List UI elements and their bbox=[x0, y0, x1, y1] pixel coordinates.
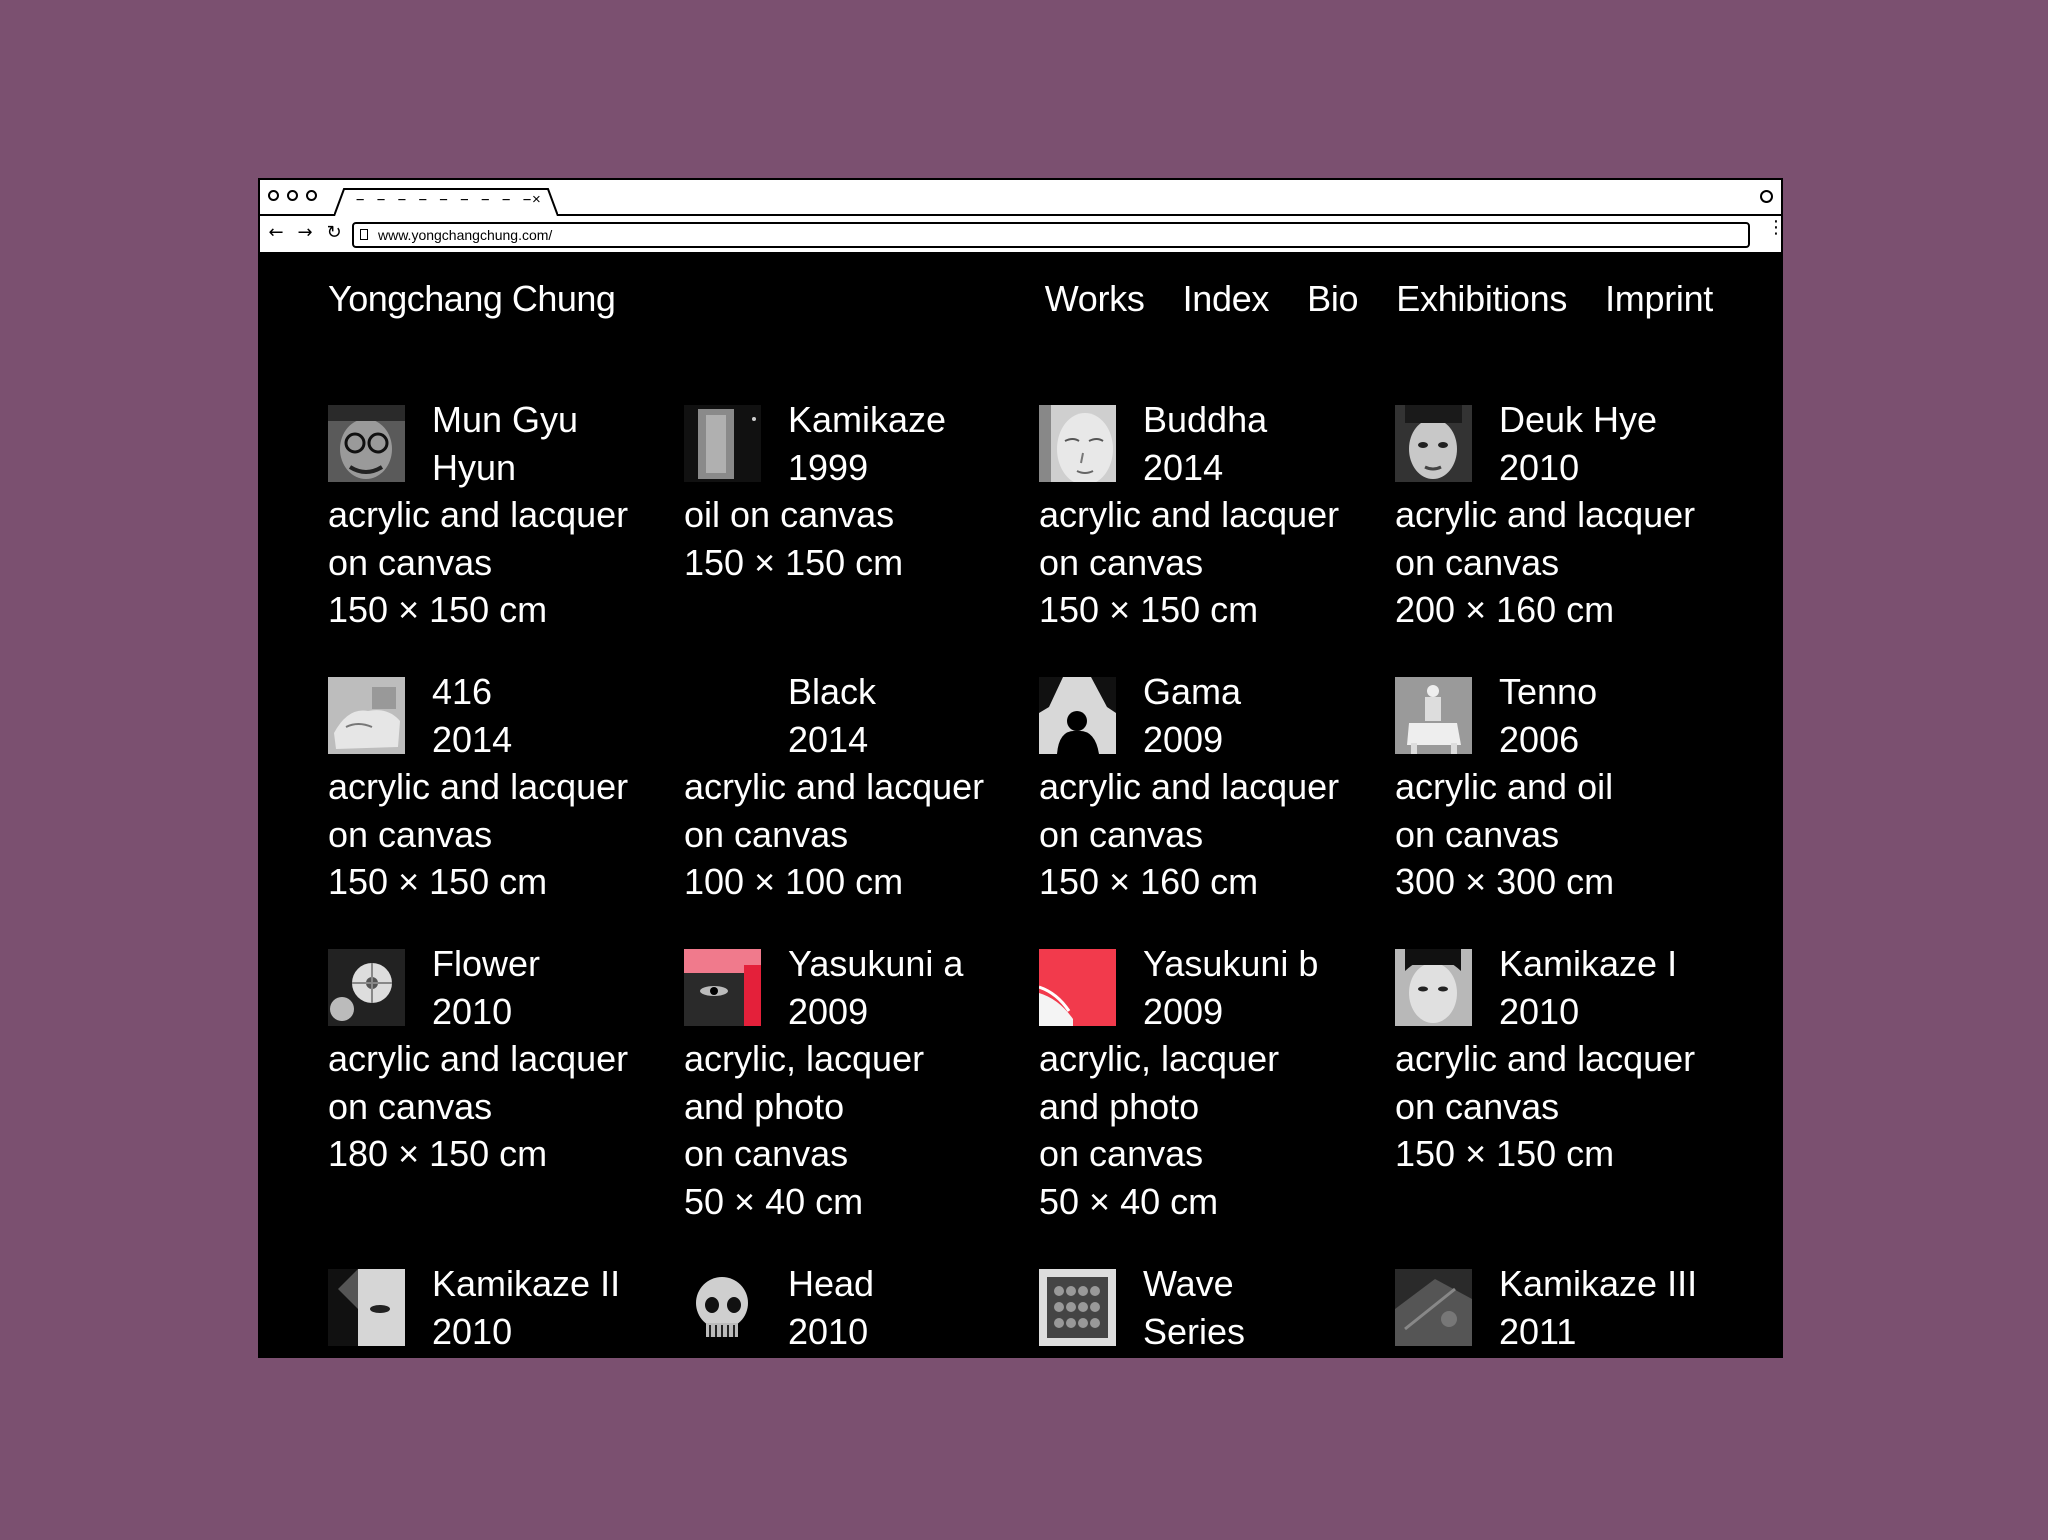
work-medium: acrylic, lacquer and photo on canvas bbox=[1039, 1038, 1280, 1174]
work-thumbnail[interactable] bbox=[684, 405, 761, 482]
menu-icon[interactable]: ⋮ bbox=[1767, 218, 1781, 246]
work-thumbnail[interactable] bbox=[328, 949, 405, 1026]
work-thumbnail[interactable] bbox=[684, 949, 761, 1026]
work-size: 50 × 40 cm bbox=[1039, 1180, 1219, 1222]
forward-icon[interactable]: → bbox=[293, 221, 317, 245]
work-size: 150 × 150 cm bbox=[1395, 1133, 1615, 1174]
work-medium: oil on canvas bbox=[684, 494, 895, 535]
work-thumbnail[interactable] bbox=[1039, 1269, 1116, 1346]
work-size: 150 × 150 cm bbox=[328, 861, 548, 902]
work-item[interactable]: Kamikaze 1999 oil on canvas 150 × 150 cm bbox=[684, 396, 1024, 586]
work-size: 200 × 160 cm bbox=[1395, 589, 1615, 630]
work-item[interactable]: Mun Gyu Hyun acrylic and lacquer on canvas… bbox=[328, 396, 668, 634]
work-item[interactable]: Yasukuni b 2009 acrylic, lacquer and photo… bbox=[1039, 940, 1379, 1225]
work-item[interactable]: Kamikaze II 2010 bbox=[328, 1260, 668, 1355]
work-item[interactable]: Flower 2010 acrylic and lacquer on canvas 1… bbox=[328, 940, 668, 1178]
nav-index[interactable]: Index bbox=[1183, 278, 1270, 320]
tab-bar: − − − − − − − − − × bbox=[260, 180, 1781, 216]
work-item[interactable]: 416 2014 acrylic and lacquer on canvas 150 … bbox=[328, 668, 668, 906]
work-medium: acrylic and lacquer on canvas bbox=[1039, 766, 1340, 855]
nav-works[interactable]: Works bbox=[1045, 278, 1145, 320]
window-maximize-dot[interactable] bbox=[306, 190, 317, 201]
work-thumbnail[interactable] bbox=[1395, 1269, 1472, 1346]
work-item[interactable]: Yasukuni a 2009 acrylic, lacquer and photo… bbox=[684, 940, 1024, 1225]
page-content: Yongchang Chung Works Index Bio Exhibiti… bbox=[260, 254, 1781, 1356]
profile-icon[interactable] bbox=[1760, 190, 1773, 203]
work-size: 150 × 150 cm bbox=[684, 541, 904, 583]
work-thumbnail[interactable] bbox=[1039, 949, 1116, 1026]
back-icon[interactable]: ← bbox=[264, 221, 288, 245]
work-size: 150 × 160 cm bbox=[1039, 861, 1259, 902]
work-item[interactable]: Gama 2009 acrylic and lacquer on canvas 150… bbox=[1039, 668, 1379, 906]
work-thumbnail[interactable] bbox=[684, 677, 761, 754]
work-medium: acrylic and lacquer on canvas bbox=[1395, 1038, 1696, 1127]
work-item[interactable]: Black 2014 acrylic and lacquer on canvas 10… bbox=[684, 668, 1024, 906]
nav-bio[interactable]: Bio bbox=[1307, 278, 1358, 320]
site-nav: Works Index Bio Exhibitions Imprint bbox=[1045, 278, 1714, 320]
window-minimize-dot[interactable] bbox=[287, 190, 298, 201]
tab-title: − − − − − − − − − bbox=[356, 192, 534, 208]
work-thumbnail[interactable] bbox=[1395, 677, 1472, 754]
work-item[interactable]: Tenno 2006 acrylic and oil on canvas 300 × … bbox=[1395, 668, 1735, 906]
work-item[interactable]: Kamikaze III 2011 bbox=[1395, 1260, 1735, 1355]
works-grid: Mun Gyu Hyun acrylic and lacquer on canvas… bbox=[328, 396, 1738, 1356]
work-size: 150 × 150 cm bbox=[328, 589, 548, 630]
work-thumbnail[interactable] bbox=[328, 677, 405, 754]
window-close-dot[interactable] bbox=[268, 190, 279, 201]
work-medium: acrylic and oil on canvas bbox=[1395, 766, 1614, 855]
work-size: 300 × 300 cm bbox=[1395, 861, 1615, 902]
reload-icon[interactable]: ↻ bbox=[322, 221, 346, 245]
page-icon bbox=[360, 229, 368, 240]
work-medium: acrylic and lacquer on canvas bbox=[684, 766, 985, 855]
work-item[interactable]: Deuk Hye 2010 acrylic and lacquer on canva… bbox=[1395, 396, 1735, 634]
work-thumbnail[interactable] bbox=[1039, 405, 1116, 482]
site-title[interactable]: Yongchang Chung bbox=[328, 278, 616, 320]
work-thumbnail[interactable] bbox=[328, 405, 405, 482]
work-size: 180 × 150 cm bbox=[328, 1133, 548, 1174]
work-thumbnail[interactable] bbox=[1395, 405, 1472, 482]
tab-close-icon[interactable]: × bbox=[532, 191, 541, 208]
browser-tab[interactable]: − − − − − − − − − × bbox=[334, 188, 558, 216]
work-size: 150 × 150 cm bbox=[1039, 589, 1259, 630]
nav-exhibitions[interactable]: Exhibitions bbox=[1396, 278, 1567, 320]
work-thumbnail[interactable] bbox=[684, 1269, 761, 1346]
work-size: 100 × 100 cm bbox=[684, 861, 904, 902]
work-thumbnail[interactable] bbox=[1395, 949, 1472, 1026]
work-medium: acrylic and lacquer on canvas bbox=[1395, 494, 1696, 583]
work-medium: acrylic, lacquer and photo on canvas bbox=[684, 1038, 925, 1174]
work-size: 50 × 40 cm bbox=[684, 1180, 864, 1222]
work-thumbnail[interactable] bbox=[1039, 677, 1116, 754]
work-item[interactable]: Head 2010 bbox=[684, 1260, 1024, 1355]
work-item[interactable]: Buddha 2014 acrylic and lacquer on canvas 1… bbox=[1039, 396, 1379, 634]
work-medium: acrylic and lacquer on canvas bbox=[328, 766, 629, 855]
nav-imprint[interactable]: Imprint bbox=[1605, 278, 1713, 320]
work-item[interactable]: Wave Series bbox=[1039, 1260, 1379, 1355]
work-item[interactable]: Kamikaze I 2010 acrylic and lacquer on can… bbox=[1395, 940, 1735, 1178]
work-medium: acrylic and lacquer on canvas bbox=[1039, 494, 1340, 583]
address-bar[interactable]: www.yongchangchung.com/ bbox=[352, 222, 1750, 248]
work-thumbnail[interactable] bbox=[328, 1269, 405, 1346]
work-medium: acrylic and lacquer on canvas bbox=[328, 1038, 629, 1127]
browser-window: − − − − − − − − − × ← → ↻ www.yongchangc… bbox=[258, 178, 1783, 1358]
navigation-bar: ← → ↻ www.yongchangchung.com/ ⋮ bbox=[260, 216, 1781, 254]
work-medium: acrylic and lacquer on canvas bbox=[328, 494, 629, 583]
url-text: www.yongchangchung.com/ bbox=[378, 227, 553, 243]
